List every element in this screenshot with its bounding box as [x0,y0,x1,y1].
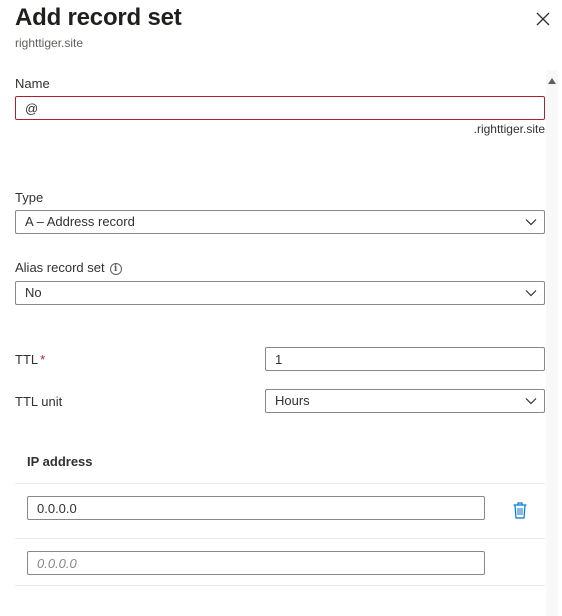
caret-up-icon [548,78,556,84]
chevron-down-icon [525,398,537,405]
type-select-value: A – Address record [25,214,135,229]
divider [15,538,545,539]
ttl-input[interactable] [265,347,545,371]
required-indicator: * [40,352,46,367]
close-button[interactable] [532,8,554,30]
name-suffix: .righttiger.site [473,122,545,136]
ip-address-input[interactable] [27,496,485,520]
ttl-unit-select-value: Hours [275,393,310,408]
chevron-down-icon [525,219,537,226]
name-input[interactable] [15,96,545,120]
alias-select-value: No [25,285,42,300]
ip-address-input-empty[interactable] [27,551,485,575]
divider [15,585,545,586]
divider [15,483,545,484]
alias-select[interactable]: No [15,281,545,305]
alias-label-text: Alias record set [15,260,105,275]
page-title: Add record set [15,4,182,31]
alias-label: Alias record set i [15,260,122,275]
type-label: Type [15,190,44,205]
add-record-set-panel: Add record set righttiger.site Name .rig… [0,0,562,616]
delete-ip-button[interactable] [511,500,529,520]
type-select[interactable]: A – Address record [15,210,545,234]
scrollbar[interactable] [546,70,558,616]
name-label: Name [15,76,50,91]
ttl-unit-select[interactable]: Hours [265,389,545,413]
page-subtitle: righttiger.site [15,36,84,50]
info-icon[interactable]: i [109,263,122,275]
ttl-unit-label: TTL unit [15,394,63,409]
ttl-label-text: TTL [15,352,39,367]
trash-icon [513,501,527,519]
chevron-down-icon [525,290,537,297]
scroll-up-button[interactable] [546,76,558,86]
ip-address-header: IP address [27,454,93,469]
close-icon [536,12,550,26]
ttl-label: TTL * [15,352,45,367]
